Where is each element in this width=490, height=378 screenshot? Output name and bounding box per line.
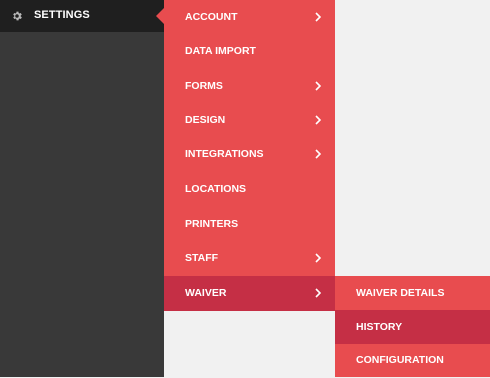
menu-item-label: ACCOUNT	[185, 11, 238, 23]
menu-item-waiver[interactable]: WAIVER	[164, 276, 335, 311]
chevron-right-icon	[315, 81, 321, 91]
chevron-right-icon	[315, 115, 321, 125]
menu-item-staff[interactable]: STAFF	[164, 241, 335, 275]
menu-item-forms[interactable]: FORMS	[164, 69, 335, 103]
menu-item-design[interactable]: DESIGN	[164, 103, 335, 137]
menu-item-label: PRINTERS	[185, 218, 239, 230]
submenu-item-configuration[interactable]: CONFIGURATION	[335, 344, 490, 377]
menu-item-label: STAFF	[185, 252, 219, 264]
chevron-right-icon	[315, 12, 321, 22]
sidebar-item-label: SETTINGS	[34, 9, 90, 21]
menu-item-locations[interactable]: LOCATIONS	[164, 172, 335, 206]
menu-item-label: FORMS	[185, 80, 223, 92]
menu-item-label: WAIVER	[185, 287, 227, 299]
sidebar-item-settings[interactable]: SETTINGS	[0, 0, 164, 32]
submenu-item-label: WAIVER DETAILS	[356, 287, 445, 299]
settings-flyout-menu: ACCOUNT DATA IMPORT FORMS DESIGN INTEGRA…	[164, 0, 335, 311]
menu-item-label: DATA IMPORT	[185, 45, 256, 57]
menu-item-label: DESIGN	[185, 114, 226, 126]
menu-pointer-caret	[156, 8, 164, 24]
submenu-item-label: HISTORY	[356, 321, 403, 333]
chevron-right-icon	[315, 149, 321, 159]
submenu-item-history[interactable]: HISTORY	[335, 310, 490, 344]
chevron-right-icon	[315, 253, 321, 263]
menu-item-printers[interactable]: PRINTERS	[164, 207, 335, 241]
menu-item-label: INTEGRATIONS	[185, 148, 264, 160]
submenu-item-label: CONFIGURATION	[356, 354, 444, 366]
waiver-submenu: WAIVER DETAILS HISTORY CONFIGURATION	[335, 276, 490, 377]
sidebar: SETTINGS	[0, 0, 164, 377]
submenu-item-waiver-details[interactable]: WAIVER DETAILS	[335, 276, 490, 310]
menu-item-integrations[interactable]: INTEGRATIONS	[164, 137, 335, 171]
menu-item-data-import[interactable]: DATA IMPORT	[164, 34, 335, 68]
menu-item-account[interactable]: ACCOUNT	[164, 0, 335, 34]
menu-item-label: LOCATIONS	[185, 183, 247, 195]
chevron-right-icon	[315, 288, 321, 298]
gear-icon	[13, 11, 22, 21]
